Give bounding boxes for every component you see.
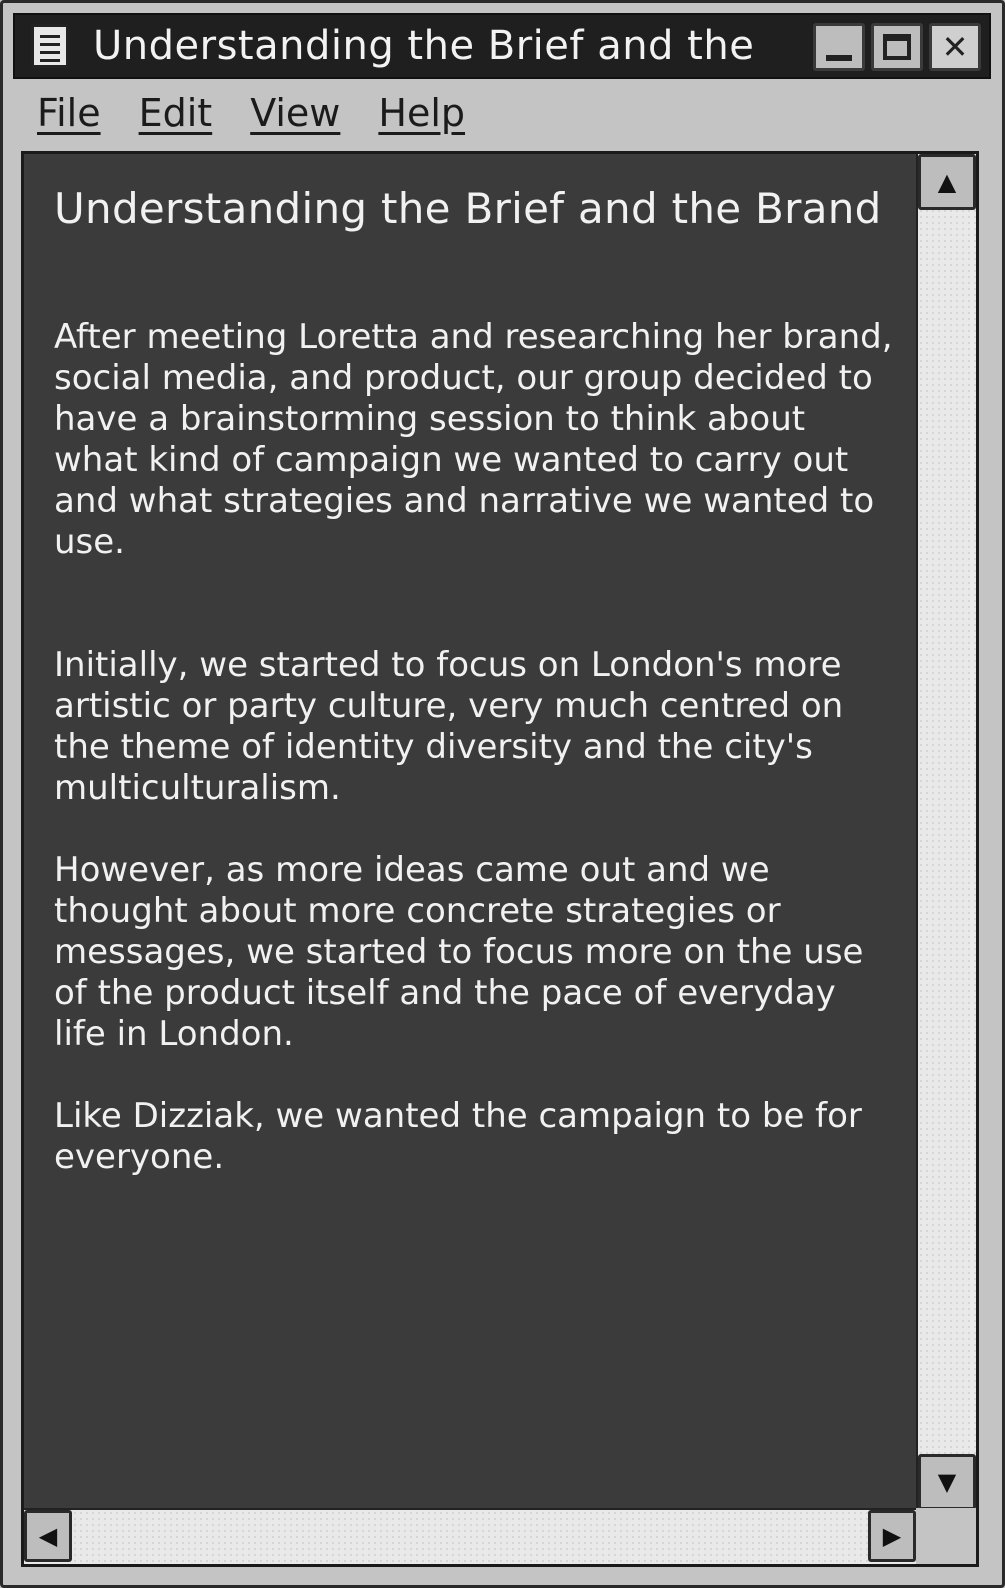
close-button[interactable]: ✕: [929, 23, 981, 71]
menu-help[interactable]: Help: [378, 91, 465, 135]
content-frame: Understanding the Brief and the Brand Af…: [21, 151, 979, 1567]
paragraph: Like Dizziak, we wanted the campaign to …: [54, 1096, 862, 1177]
title-bar[interactable]: Understanding the Brief and the ... ✕: [13, 13, 991, 79]
window-title: Understanding the Brief and the ...: [93, 23, 753, 69]
menu-file-label: File: [37, 91, 101, 135]
paragraph: However, as more ideas came out and we t…: [54, 850, 864, 1054]
arrow-up-icon: ▲: [937, 168, 957, 196]
close-icon: ✕: [941, 28, 969, 66]
arrow-down-icon: ▼: [937, 1468, 957, 1496]
scroll-right-button[interactable]: ▶: [868, 1510, 916, 1562]
maximize-icon: [883, 34, 911, 60]
menu-file[interactable]: File: [37, 91, 101, 135]
menu-help-label: Help: [378, 91, 466, 135]
window-controls: ✕: [813, 23, 981, 71]
menu-bar: File Edit View Help: [21, 85, 981, 141]
vertical-scrollbar[interactable]: ▲ ▼: [916, 154, 976, 1510]
scroll-left-button[interactable]: ◀: [24, 1510, 72, 1562]
document-text-area[interactable]: Understanding the Brief and the Brand Af…: [28, 158, 918, 1514]
app-window: Understanding the Brief and the ... ✕ Fi…: [0, 0, 1005, 1588]
menu-view[interactable]: View: [250, 91, 340, 135]
scroll-up-button[interactable]: ▲: [918, 154, 976, 210]
arrow-right-icon: ▶: [882, 1522, 902, 1550]
paragraph: After meeting Loretta and researching he…: [54, 317, 893, 562]
document-heading: Understanding the Brief and the Brand: [54, 184, 882, 233]
menu-edit[interactable]: Edit: [139, 91, 213, 135]
scrollbar-corner: [916, 1508, 976, 1564]
maximize-button[interactable]: [871, 23, 923, 71]
minimize-icon: [826, 55, 852, 61]
menu-view-label: View: [250, 91, 341, 135]
horizontal-scrollbar[interactable]: ◀ ▶: [24, 1508, 976, 1564]
scroll-down-button[interactable]: ▼: [918, 1454, 976, 1510]
paragraph: Initially, we started to focus on London…: [54, 645, 844, 808]
minimize-button[interactable]: [813, 23, 865, 71]
notepad-icon: [31, 24, 69, 68]
menu-edit-label: Edit: [138, 91, 213, 135]
arrow-left-icon: ◀: [38, 1522, 58, 1550]
